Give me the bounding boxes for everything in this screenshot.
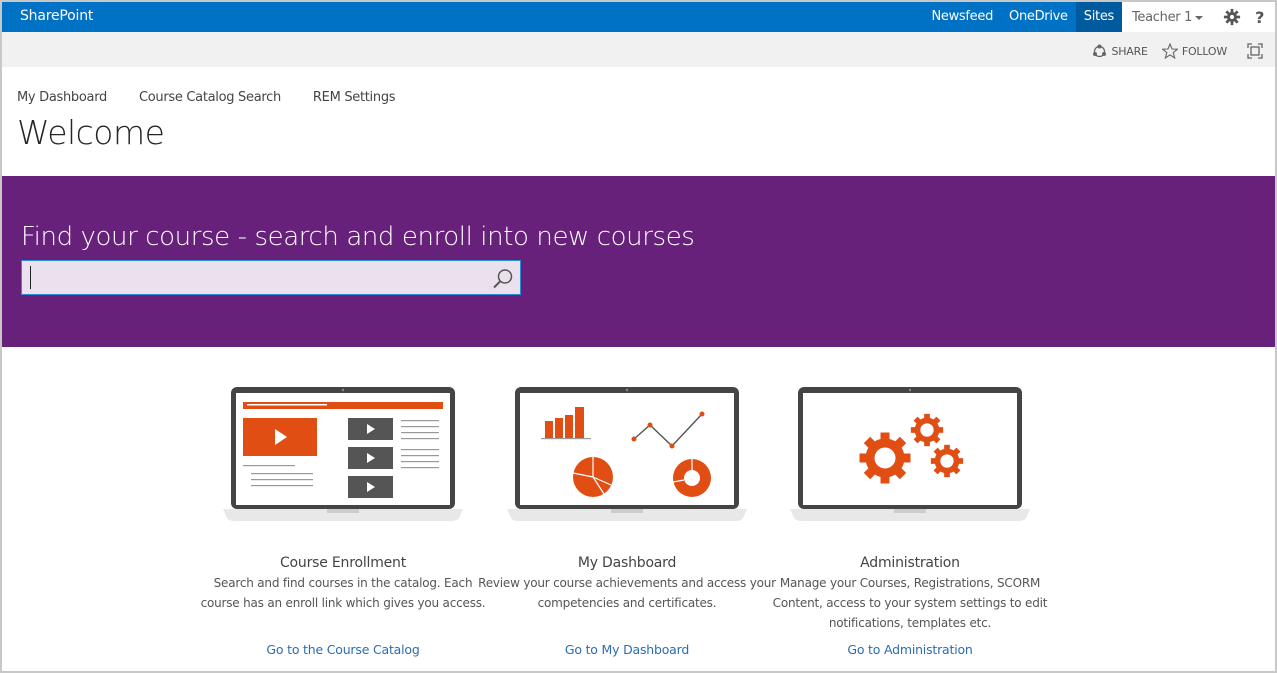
tile-title: My Dashboard xyxy=(577,555,677,571)
tile-title: Course Enrollment xyxy=(279,555,407,571)
tile-course-enrollment: Course Enrollment Search and find course… xyxy=(193,385,493,657)
tile-description: Manage your Courses, Registrations, SCOR… xyxy=(772,576,1048,630)
focus-button[interactable] xyxy=(1247,43,1267,59)
app-brand[interactable]: SharePoint xyxy=(20,8,93,24)
tile-description: Search and find courses in the catalog. … xyxy=(200,576,486,610)
course-enrollment-illustration xyxy=(223,387,463,521)
my-dashboard-link[interactable]: Go to My Dashboard xyxy=(477,642,777,657)
page-frame: SharePoint Newsfeed OneDrive Sites Teach… xyxy=(0,0,1277,673)
suite-bar: SharePoint Newsfeed OneDrive Sites Teach… xyxy=(2,2,1275,32)
user-menu[interactable]: Teacher 1 ? xyxy=(1122,2,1275,32)
focus-on-content-icon xyxy=(1247,43,1263,59)
nav-item-my-dashboard[interactable]: My Dashboard xyxy=(17,90,107,105)
suite-link-newsfeed[interactable]: Newsfeed xyxy=(923,2,1001,32)
course-catalog-link[interactable]: Go to the Course Catalog xyxy=(193,642,493,657)
page-actions: SHARE FOLLOW xyxy=(1078,43,1267,59)
user-name[interactable]: Teacher 1 xyxy=(1132,10,1192,25)
ribbon-bar: SHARE FOLLOW xyxy=(2,32,1275,67)
search-hero: Find your course - search and enroll int… xyxy=(2,176,1275,347)
suite-link-sites[interactable]: Sites xyxy=(1075,2,1122,32)
page-title: Welcome xyxy=(17,113,165,152)
search-icon[interactable] xyxy=(492,268,514,290)
star-icon xyxy=(1161,43,1178,59)
tile-administration: Administration Manage your Courses, Regi… xyxy=(760,385,1060,657)
share-label: SHARE xyxy=(1111,44,1148,58)
administration-link[interactable]: Go to Administration xyxy=(760,642,1060,657)
share-icon xyxy=(1093,44,1107,57)
administration-illustration xyxy=(790,387,1030,521)
help-icon[interactable]: ? xyxy=(1255,8,1264,27)
dashboard-illustration xyxy=(507,387,747,521)
gear-icon[interactable] xyxy=(1223,8,1241,26)
follow-button[interactable]: FOLLOW xyxy=(1161,43,1227,59)
nav-item-course-catalog-search[interactable]: Course Catalog Search xyxy=(139,90,281,105)
tile-my-dashboard: My Dashboard Review your course achievem… xyxy=(477,385,777,657)
top-navigation: My Dashboard Course Catalog Search REM S… xyxy=(17,90,427,105)
tile-title: Administration xyxy=(860,555,960,571)
course-search-input[interactable] xyxy=(28,265,483,290)
suite-links: Newsfeed OneDrive Sites Teacher 1 ? xyxy=(923,2,1275,32)
search-box[interactable] xyxy=(21,260,521,295)
text-cursor xyxy=(30,266,31,289)
tile-description: Review your course achievements and acce… xyxy=(478,576,776,610)
hero-title: Find your course - search and enroll int… xyxy=(21,222,695,252)
share-button[interactable]: SHARE xyxy=(1092,44,1148,59)
suite-link-onedrive[interactable]: OneDrive xyxy=(1001,2,1076,32)
nav-item-rem-settings[interactable]: REM Settings xyxy=(313,90,396,105)
follow-label: FOLLOW xyxy=(1181,44,1227,58)
chevron-down-icon xyxy=(1195,16,1204,20)
